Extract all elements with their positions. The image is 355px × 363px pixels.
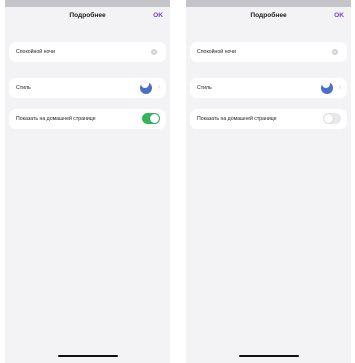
row-style[interactable]: Стиль › <box>190 78 347 98</box>
show-on-home-toggle[interactable] <box>142 113 160 124</box>
page-title: Подробнее <box>69 12 106 19</box>
row-label: Стиль <box>197 85 212 91</box>
row-good-night[interactable]: Спокойной ночи <box>190 42 347 62</box>
row-label: Спокойной ночи <box>16 49 55 55</box>
home-indicator[interactable] <box>57 355 118 357</box>
row-label: Спокойной ночи <box>197 49 236 55</box>
ok-button[interactable]: OK <box>334 12 344 19</box>
ok-button[interactable]: OK <box>153 12 163 19</box>
chevron-right-icon: › <box>338 84 341 91</box>
row-style[interactable]: Стиль › <box>9 78 166 98</box>
radio-dot-icon[interactable] <box>332 49 338 55</box>
moon-icon <box>321 82 333 94</box>
chevron-right-icon: › <box>157 84 160 91</box>
toggle-knob <box>324 114 333 123</box>
home-indicator[interactable] <box>238 355 299 357</box>
show-on-home-toggle[interactable] <box>323 113 341 124</box>
nav-header: Подробнее OK <box>5 7 170 29</box>
toggle-knob <box>150 114 159 123</box>
row-label: Стиль <box>16 85 31 91</box>
radio-dot-icon[interactable] <box>151 49 157 55</box>
page-title: Подробнее <box>250 12 287 19</box>
settings-screen-left: Подробнее OK Спокойной ночи Стиль › Пока… <box>5 0 170 363</box>
row-label: Показать на домашней странице <box>197 116 277 122</box>
moon-icon <box>140 82 152 94</box>
row-good-night[interactable]: Спокойной ночи <box>9 42 166 62</box>
row-show-on-home: Показать на домашней странице <box>190 109 347 129</box>
row-label: Показать на домашней странице <box>16 116 96 122</box>
nav-header: Подробнее OK <box>186 7 351 29</box>
settings-screen-right: Подробнее OK Спокойной ночи Стиль › Пока… <box>186 0 351 363</box>
row-show-on-home: Показать на домашней странице <box>9 109 166 129</box>
